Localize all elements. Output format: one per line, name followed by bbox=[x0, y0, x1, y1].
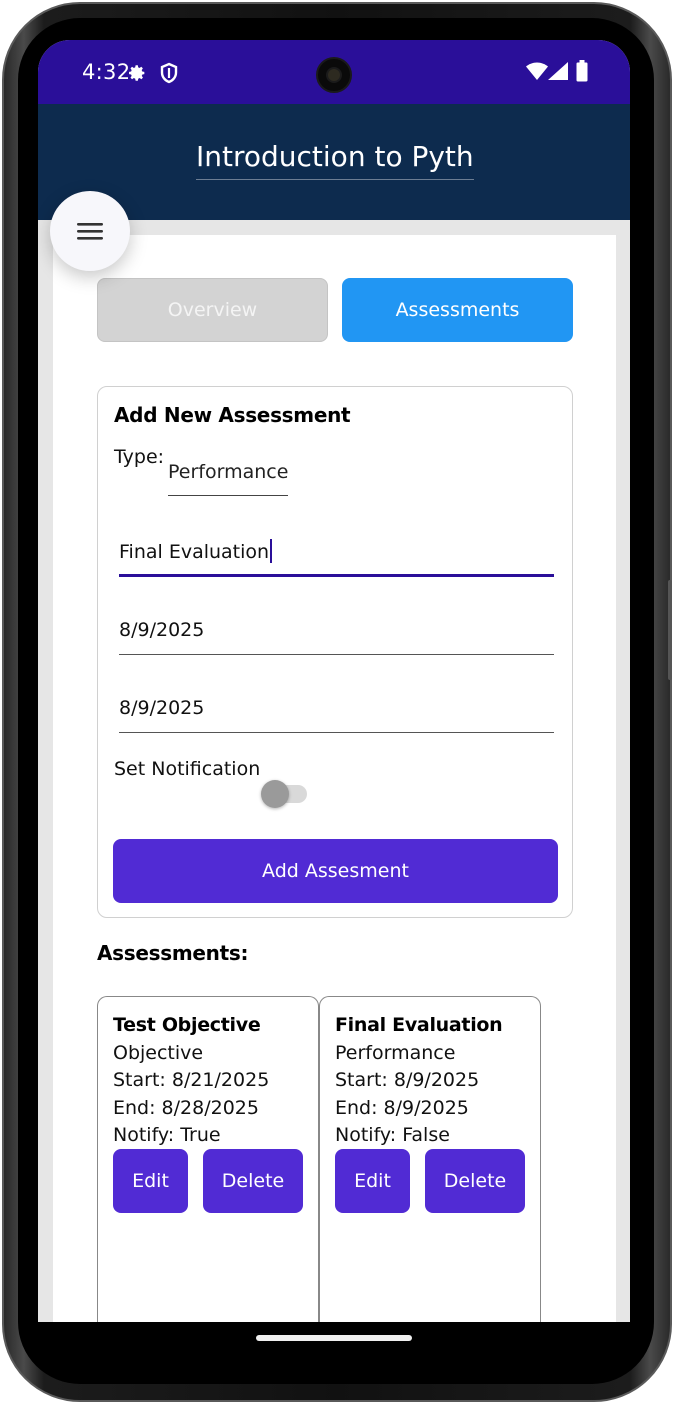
shield-icon bbox=[159, 62, 179, 89]
start-date-picker[interactable]: 8/9/2025 bbox=[119, 615, 554, 655]
assessment-start: Start: 8/21/2025 bbox=[113, 1069, 270, 1091]
edit-button[interactable]: Edit bbox=[113, 1149, 188, 1213]
notification-toggle[interactable] bbox=[261, 777, 307, 808]
status-bar: 4:32 bbox=[38, 40, 630, 104]
tab-assessments[interactable]: Assessments bbox=[342, 278, 573, 342]
form-title: Add New Assessment bbox=[114, 403, 351, 427]
home-indicator[interactable] bbox=[256, 1335, 412, 1341]
assessment-name: Final Evaluation bbox=[335, 1014, 503, 1036]
notification-label: Set Notification bbox=[114, 758, 261, 780]
assessment-end: End: 8/28/2025 bbox=[113, 1097, 259, 1119]
delete-button[interactable]: Delete bbox=[425, 1149, 525, 1213]
text-cursor bbox=[270, 539, 273, 563]
add-assessment-form: Add New Assessment Type: Performance Fin… bbox=[97, 386, 573, 918]
device-screen: 4:32 Introduction to Python Overview Ass… bbox=[38, 40, 630, 1322]
delete-button[interactable]: Delete bbox=[203, 1149, 303, 1213]
assessment-type: Performance bbox=[335, 1042, 456, 1064]
signal-icon bbox=[548, 62, 568, 85]
status-time: 4:32 bbox=[82, 60, 131, 84]
assessment-notify: Notify: True bbox=[113, 1124, 221, 1146]
assessment-name-field[interactable]: Final Evaluation bbox=[119, 537, 554, 577]
edit-button[interactable]: Edit bbox=[335, 1149, 410, 1213]
end-date-picker[interactable]: 8/9/2025 bbox=[119, 693, 554, 733]
assessment-end: End: 8/9/2025 bbox=[335, 1097, 469, 1119]
wifi-icon bbox=[526, 62, 548, 85]
assessment-card: Test Objective Objective Start: 8/21/202… bbox=[97, 996, 319, 1322]
assessments-heading: Assessments: bbox=[97, 941, 249, 965]
add-assessment-button[interactable]: Add Assesment bbox=[113, 839, 558, 903]
hamburger-menu-icon bbox=[77, 223, 103, 240]
type-label: Type: bbox=[114, 446, 165, 468]
assessment-start: Start: 8/9/2025 bbox=[335, 1069, 480, 1091]
assessment-type: Objective bbox=[113, 1042, 204, 1064]
menu-button[interactable] bbox=[50, 191, 130, 271]
gear-icon bbox=[126, 62, 148, 89]
battery-icon bbox=[576, 60, 588, 87]
assessment-card: Final Evaluation Performance Start: 8/9/… bbox=[319, 996, 541, 1322]
toggle-thumb bbox=[261, 780, 289, 808]
volume-button bbox=[668, 580, 672, 680]
assessment-name-value: Final Evaluation bbox=[119, 541, 270, 563]
front-camera bbox=[316, 57, 352, 93]
app-header: Introduction to Python bbox=[38, 104, 630, 220]
assessment-name: Test Objective bbox=[113, 1014, 261, 1036]
page-title[interactable]: Introduction to Python bbox=[196, 138, 474, 180]
assessment-notify: Notify: False bbox=[335, 1124, 450, 1146]
type-picker[interactable]: Performance bbox=[168, 461, 288, 496]
tab-overview[interactable]: Overview bbox=[97, 278, 328, 342]
